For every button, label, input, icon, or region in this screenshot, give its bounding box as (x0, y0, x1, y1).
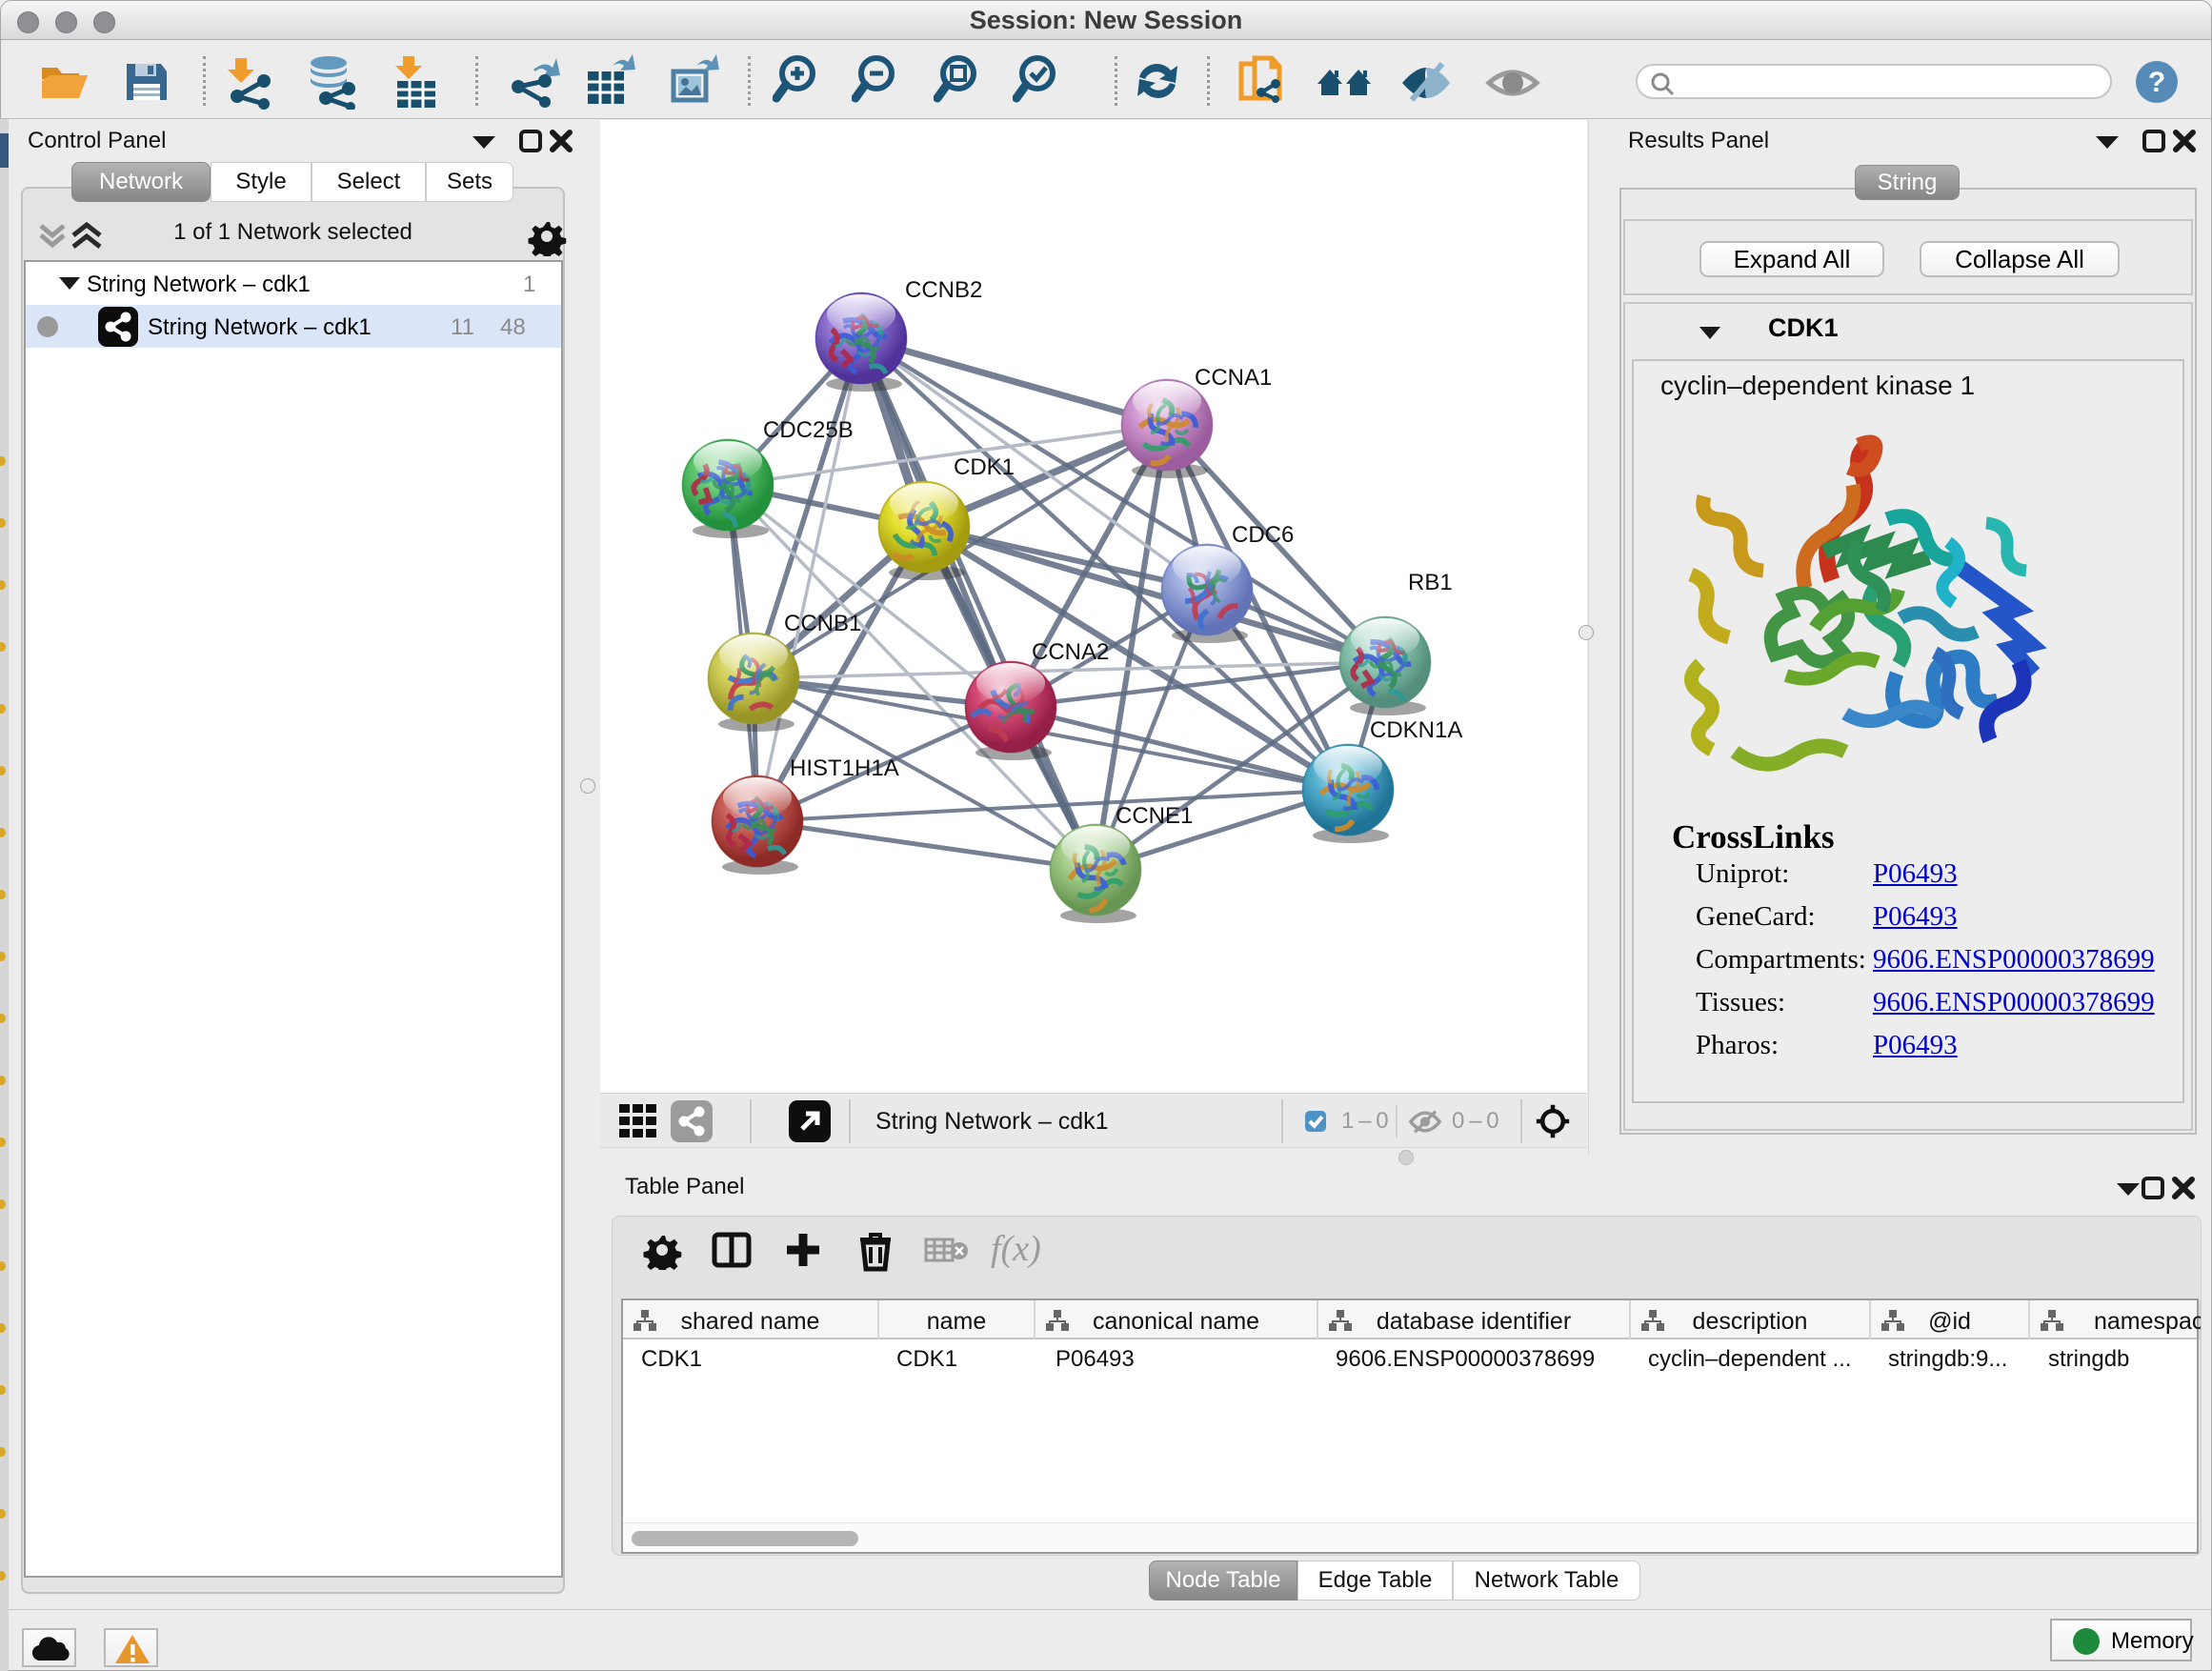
svg-text:CCNB1: CCNB1 (784, 611, 861, 636)
svg-text:CDC6: CDC6 (1232, 522, 1294, 548)
svg-text:CDKN1A: CDKN1A (1370, 717, 1462, 743)
svg-text:CCNA1: CCNA1 (1195, 365, 1272, 391)
svg-text:RB1: RB1 (1408, 570, 1453, 595)
svg-text:?: ? (2148, 67, 2165, 98)
svg-text:CCNE1: CCNE1 (1116, 803, 1193, 829)
svg-text:CDK1: CDK1 (954, 454, 1015, 480)
svg-text:CCNA2: CCNA2 (1032, 639, 1109, 665)
svg-text:HIST1H1A: HIST1H1A (790, 755, 899, 781)
svg-text:CCNB2: CCNB2 (905, 277, 982, 303)
svg-text:CDC25B: CDC25B (763, 417, 854, 443)
